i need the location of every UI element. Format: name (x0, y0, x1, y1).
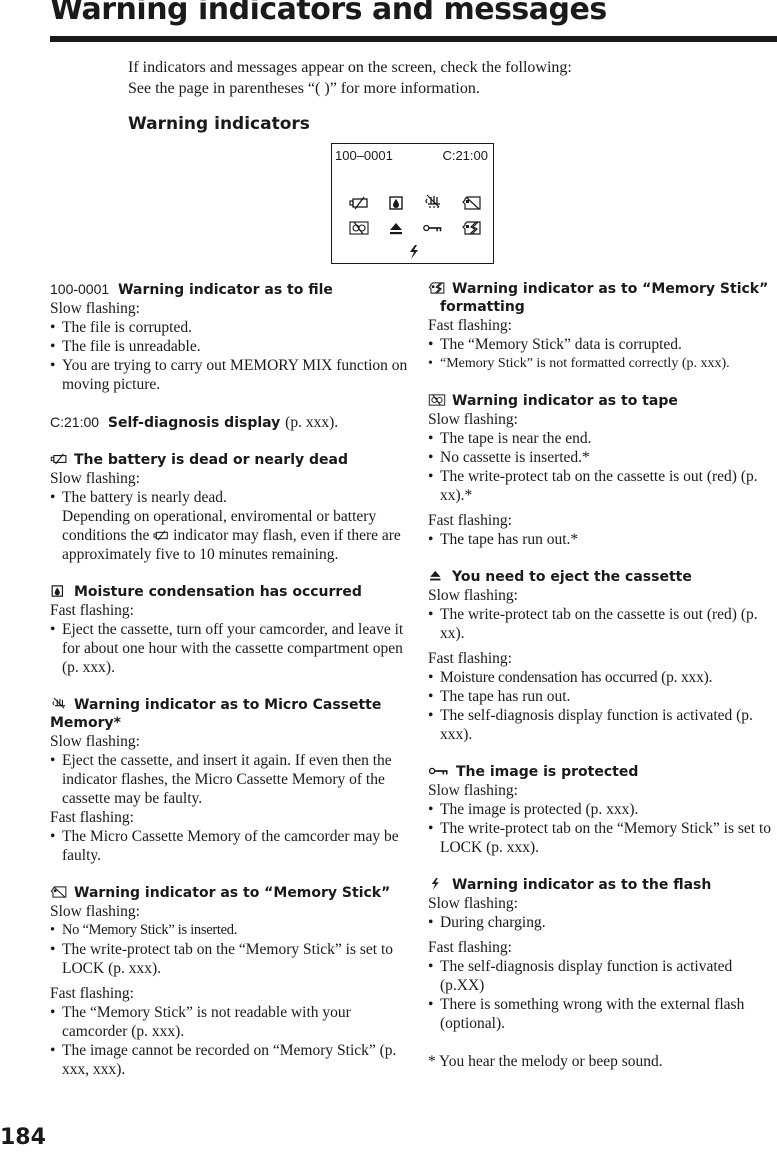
flash-icon (410, 245, 418, 259)
screen-self-diagnosis-code: C:21:00 (442, 148, 488, 163)
list-item: The self-diagnosis display function is a… (428, 957, 776, 995)
section-flash: Warning indicator as to the flash Slow f… (428, 876, 776, 1033)
list-item: The self-diagnosis display function is a… (428, 706, 776, 744)
section-heading: Self-diagnosis display (107, 415, 281, 431)
battery-dead-icon (153, 530, 169, 541)
list-item: The write-protect tab on the “Memory Sti… (428, 819, 776, 857)
fast-flashing-label: Fast flashing: (428, 512, 512, 529)
list-item: You are trying to carry out MEMORY MIX f… (50, 356, 410, 394)
flash-icon (431, 878, 439, 890)
list-item: Eject the cassette, and insert it again.… (50, 751, 410, 808)
section-tape: Warning indicator as to tape Slow flashi… (428, 392, 776, 549)
page-number: 184 (0, 1125, 46, 1150)
section-memory-stick-format: Warning indicator as to “Memory Stick” f… (428, 280, 776, 373)
slow-flashing-label: Slow flashing: (428, 411, 518, 428)
list-item: There is something wrong with the extern… (428, 995, 776, 1033)
eject-icon (390, 223, 402, 235)
memory-stick-format-icon (428, 282, 445, 294)
section-eject: You need to eject the cassette Slow flas… (428, 568, 776, 744)
screen-file-number: 100–0001 (335, 148, 393, 163)
section-heading: Warning indicator as to “Memory Stick” f… (440, 281, 769, 315)
section-heading: Warning indicator as to “Memory Stick” (74, 885, 391, 901)
intro-line-2: See the page in parentheses “( )” for mo… (128, 80, 480, 97)
list-item: Moisture condensation has occurred (p. x… (428, 668, 776, 687)
protect-key-icon (423, 224, 442, 232)
section-moisture: Moisture condensation has occurred Fast … (50, 583, 410, 677)
cassette-memory-icon (52, 697, 65, 709)
title-rule (50, 36, 777, 42)
battery-dead-icon (50, 453, 67, 465)
section-heading: Warning indicator as to Micro Cassette M… (50, 697, 382, 731)
list-item: The image is protected (p. xxx). (428, 800, 776, 819)
fast-flashing-label: Fast flashing: (50, 985, 134, 1002)
section-file-warning: 100-0001 Warning indicator as to file Sl… (50, 280, 410, 394)
list-item: The file is corrupted. (50, 318, 410, 337)
fast-flashing-label: Fast flashing: (50, 602, 134, 619)
list-item: The Micro Cassette Memory of the camcord… (50, 827, 410, 865)
slow-flashing-label: Slow flashing: (428, 782, 518, 799)
moisture-icon (389, 196, 403, 210)
file-code: 100-0001 (50, 281, 110, 297)
page-title: Warning indicators and messages (50, 0, 607, 27)
list-item: No “Memory Stick” is inserted. (50, 921, 410, 940)
list-item: During charging. (428, 913, 776, 932)
intro-line-1: If indicators and messages appear on the… (128, 59, 572, 76)
intro-text: If indicators and messages appear on the… (128, 57, 572, 99)
list-item: The “Memory Stick” is not readable with … (50, 1003, 410, 1041)
tape-warning-icon (349, 221, 369, 235)
list-item: The write-protect tab on the cassette is… (428, 605, 776, 643)
section-heading: Warning indicator as to file (118, 282, 333, 298)
page-reference: (p. xxx). (285, 414, 339, 431)
section-heading: The battery is dead or nearly dead (74, 452, 348, 468)
footnote: * You hear the melody or beep sound. (428, 1053, 663, 1070)
right-column: Warning indicator as to “Memory Stick” f… (428, 280, 776, 1071)
list-item: The write-protect tab on the “Memory Sti… (50, 940, 410, 978)
list-item: The tape has run out. (428, 687, 776, 706)
fast-flashing-label: Fast flashing: (428, 317, 512, 334)
eject-icon (430, 570, 441, 581)
section-cassette-memory: Warning indicator as to Micro Cassette M… (50, 696, 410, 865)
section-heading: The image is protected (456, 764, 639, 780)
slow-flashing-label: Slow flashing: (50, 903, 140, 920)
list-item: The image cannot be recorded on “Memory … (50, 1041, 410, 1079)
section-heading: You need to eject the cassette (452, 569, 692, 585)
moisture-icon (51, 585, 64, 597)
section-self-diagnosis: C:21:00 Self-diagnosis display (p. xxx). (50, 413, 410, 432)
memory-stick-format-icon (462, 221, 481, 235)
cassette-memory-icon (425, 194, 440, 208)
list-item: No cassette is inserted.* (428, 448, 776, 467)
slow-flashing-label: Slow flashing: (50, 733, 140, 750)
section-heading: Warning indicators (128, 114, 310, 134)
list-item: The file is unreadable. (50, 337, 410, 356)
section-heading: Warning indicator as to tape (452, 393, 678, 409)
fast-flashing-label: Fast flashing: (428, 939, 512, 956)
list-item: “Memory Stick” is not formatted correctl… (428, 354, 776, 373)
section-heading: Warning indicator as to the flash (452, 877, 712, 893)
section-battery: The battery is dead or nearly dead Slow … (50, 451, 410, 564)
tape-warning-icon (428, 394, 446, 406)
slow-flashing-label: Slow flashing: (428, 587, 518, 604)
section-heading: Moisture condensation has occurred (74, 584, 362, 600)
slow-flashing-label: Slow flashing: (50, 470, 140, 487)
display-screen-illustration: 100–0001 C:21:00 (331, 143, 494, 264)
self-diagnosis-code: C:21:00 (50, 414, 100, 430)
list-item: The tape has run out.* (428, 530, 776, 549)
fast-flashing-label: Fast flashing: (50, 809, 134, 826)
list-item: The battery is nearly dead. (50, 488, 410, 507)
section-memory-stick: Warning indicator as to “Memory Stick” S… (50, 884, 410, 1079)
fast-flashing-label: Fast flashing: (428, 650, 512, 667)
protect-key-icon (428, 767, 448, 775)
battery-note: Depending on operational, enviromental o… (50, 507, 410, 564)
memory-stick-icon (462, 196, 481, 210)
list-item: The write-protect tab on the cassette is… (428, 467, 776, 505)
list-item: The “Memory Stick” data is corrupted. (428, 335, 776, 354)
section-protect: The image is protected Slow flashing: Th… (428, 763, 776, 857)
list-item: Eject the cassette, turn off your camcor… (50, 620, 410, 677)
slow-flashing-label: Slow flashing: (428, 895, 518, 912)
list-item: The tape is near the end. (428, 429, 776, 448)
battery-dead-icon (349, 196, 368, 210)
memory-stick-icon (50, 886, 67, 898)
slow-flashing-label: Slow flashing: (50, 300, 140, 317)
left-column: 100-0001 Warning indicator as to file Sl… (50, 280, 410, 1098)
